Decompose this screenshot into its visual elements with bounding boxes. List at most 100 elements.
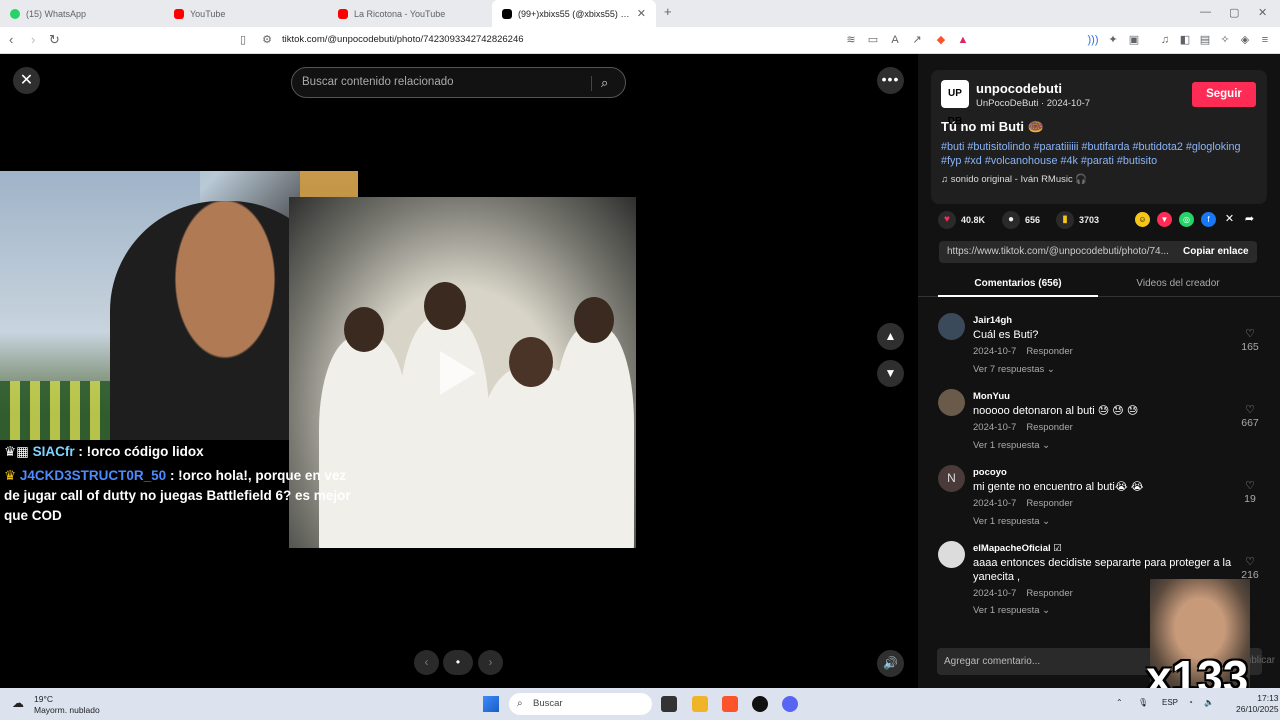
related-search-input[interactable]: Buscar contenido relacionado ⌕: [291, 67, 626, 98]
show-hidden-icons[interactable]: ⌃: [1116, 698, 1123, 707]
play-icon[interactable]: [440, 351, 476, 395]
view-replies-button[interactable]: Ver 7 respuestas ⌄: [973, 364, 1055, 375]
taskbar-search[interactable]: ⌕ Buscar: [509, 693, 652, 715]
dot-icon: •: [455, 655, 461, 669]
like-button[interactable]: ♥ 40.8K: [938, 211, 985, 229]
system-clock[interactable]: 17:13 26/10/2025: [1236, 693, 1279, 715]
site-info-icon[interactable]: ⚙: [260, 33, 274, 47]
bookmark-icon[interactable]: ▯: [236, 33, 250, 47]
wifi-icon[interactable]: ◔: [1188, 698, 1193, 707]
x-icon[interactable]: ✕: [1222, 212, 1237, 227]
save-button[interactable]: ▮ 3703: [1056, 211, 1099, 229]
menu-icon[interactable]: ≡: [1258, 33, 1272, 47]
share-arrow-icon[interactable]: ➦: [1242, 212, 1257, 227]
commenter-name[interactable]: elMapacheOficial ☑: [973, 543, 1062, 554]
discord-icon[interactable]: [782, 696, 798, 712]
brave-shield-icon[interactable]: ◆: [934, 33, 948, 47]
view-replies-button[interactable]: Ver 1 respuesta ⌄: [973, 440, 1050, 451]
previous-photo-button[interactable]: ‹: [414, 650, 439, 675]
view-replies-button[interactable]: Ver 1 respuesta ⌄: [973, 516, 1050, 527]
next-photo-button[interactable]: ›: [478, 650, 503, 675]
extensions-icon[interactable]: ✦: [1106, 33, 1120, 47]
tab-creator-videos[interactable]: Videos del creador: [1098, 278, 1258, 289]
post-hashtags[interactable]: #buti #butisitolindo #paratiiiiii #butif…: [941, 140, 1261, 168]
brave-rewards-icon[interactable]: ▲: [956, 33, 970, 47]
comment-icon: ●: [1002, 211, 1020, 229]
close-tab-icon[interactable]: ✕: [637, 7, 646, 20]
close-viewer-button[interactable]: ✕: [13, 67, 40, 94]
address-bar[interactable]: tiktok.com/@unpocodebuti/photo/742309334…: [282, 34, 524, 45]
follow-button[interactable]: Seguir: [1192, 82, 1256, 107]
cast-icon[interactable]: ▭: [866, 33, 880, 47]
minimize-icon[interactable]: —: [1200, 6, 1211, 18]
facebook-icon[interactable]: f: [1201, 212, 1216, 227]
vpn-icon[interactable]: ◈: [1238, 33, 1252, 47]
browser-tab-la-ricotona[interactable]: La Ricotona - YouTube: [328, 0, 492, 27]
heart-outline-icon[interactable]: ♡: [1238, 479, 1262, 492]
forward-icon[interactable]: ›: [31, 32, 35, 47]
heart-outline-icon[interactable]: ♡: [1238, 555, 1262, 568]
restore-icon[interactable]: ▢: [1229, 6, 1239, 19]
heart-icon: ♥: [938, 211, 956, 229]
reply-button[interactable]: Responder: [1026, 588, 1072, 599]
browser-tab-tiktok[interactable]: (99+)xbixs55 (@xbixs55) | TikTok ✕: [492, 0, 656, 27]
back-icon[interactable]: ‹: [9, 32, 13, 47]
sidebar-icon[interactable]: ◧: [1178, 33, 1192, 47]
author-username[interactable]: unpocodebuti: [976, 81, 1062, 96]
tab-comments[interactable]: Comentarios (656): [938, 278, 1098, 289]
heart-outline-icon[interactable]: ♡: [1238, 327, 1262, 340]
send-icon[interactable]: ▼: [1157, 212, 1172, 227]
brave-browser-icon[interactable]: [722, 696, 738, 712]
commenter-avatar[interactable]: N: [938, 465, 965, 492]
read-mode-icon[interactable]: ≋: [844, 33, 858, 47]
language-indicator[interactable]: ESP: [1162, 698, 1178, 707]
chevron-right-icon: ›: [488, 655, 493, 669]
search-icon[interactable]: ⌕: [601, 68, 608, 97]
volume-button[interactable]: 🔊: [877, 650, 904, 677]
window-close-icon[interactable]: ✕: [1258, 6, 1267, 19]
comment-text: Cuál es Buti?: [973, 329, 1039, 341]
comment-button[interactable]: ● 656: [1002, 211, 1040, 229]
wallet-icon[interactable]: ▤: [1198, 33, 1212, 47]
new-tab-icon[interactable]: +: [664, 4, 672, 19]
reply-button[interactable]: Responder: [1026, 422, 1072, 433]
leo-ai-icon[interactable]: ✧: [1218, 33, 1232, 47]
translate-icon[interactable]: A: [888, 33, 902, 47]
commenter-name[interactable]: pocoyo: [973, 467, 1007, 478]
microphone-icon[interactable]: 🎙: [1138, 698, 1148, 707]
whatsapp-share-icon[interactable]: ◎: [1179, 212, 1194, 227]
volume-icon: 🔊: [883, 656, 898, 670]
speaker-icon[interactable]: 🔈: [1204, 698, 1214, 707]
obs-icon[interactable]: [752, 696, 768, 712]
screenshot-icon[interactable]: ▣: [1127, 33, 1141, 47]
author-avatar[interactable]: UP DB: [941, 80, 969, 127]
reply-button[interactable]: Responder: [1026, 498, 1072, 509]
heart-outline-icon[interactable]: ♡: [1238, 403, 1262, 416]
next-post-button[interactable]: ▼: [877, 360, 904, 387]
browser-tab-whatsapp[interactable]: (15) WhatsApp: [0, 0, 164, 27]
share-link[interactable]: https://www.tiktok.com/@unpocodebuti/pho…: [947, 246, 1177, 257]
view-replies-button[interactable]: Ver 1 respuesta ⌄: [973, 605, 1050, 616]
commenter-avatar[interactable]: [938, 313, 965, 340]
sound-link[interactable]: ♫ sonido original - Iván RMusic 🎧: [941, 174, 1087, 185]
commenter-name[interactable]: Jair14gh: [973, 315, 1012, 326]
share-page-icon[interactable]: ↗: [910, 33, 924, 47]
stream-chat-overlay: ♛▦ SIACfr : !orco código lidox ♛ J4CKD3S…: [0, 440, 360, 528]
commenter-avatar[interactable]: [938, 389, 965, 416]
reply-button[interactable]: Responder: [1026, 346, 1072, 357]
browser-tab-youtube[interactable]: YouTube: [164, 0, 328, 27]
more-options-button[interactable]: •••: [877, 67, 904, 94]
file-explorer-icon[interactable]: [692, 696, 708, 712]
audio-playing-icon[interactable]: ))): [1086, 33, 1100, 47]
comment-count: 656: [1025, 215, 1041, 225]
embed-icon[interactable]: ☺: [1135, 212, 1150, 227]
commenter-name[interactable]: MonYuu: [973, 391, 1010, 402]
reload-icon[interactable]: ↻: [49, 32, 60, 48]
windows-start-icon[interactable]: [483, 696, 499, 712]
commenter-avatar[interactable]: [938, 541, 965, 568]
previous-post-button[interactable]: ▲: [877, 323, 904, 350]
music-icon[interactable]: ♫: [1158, 33, 1172, 47]
task-view-icon[interactable]: [661, 696, 677, 712]
author-display-date: UnPocoDeButi · 2024-10-7: [976, 98, 1091, 109]
copy-link-button[interactable]: Copiar enlace: [1183, 246, 1249, 257]
